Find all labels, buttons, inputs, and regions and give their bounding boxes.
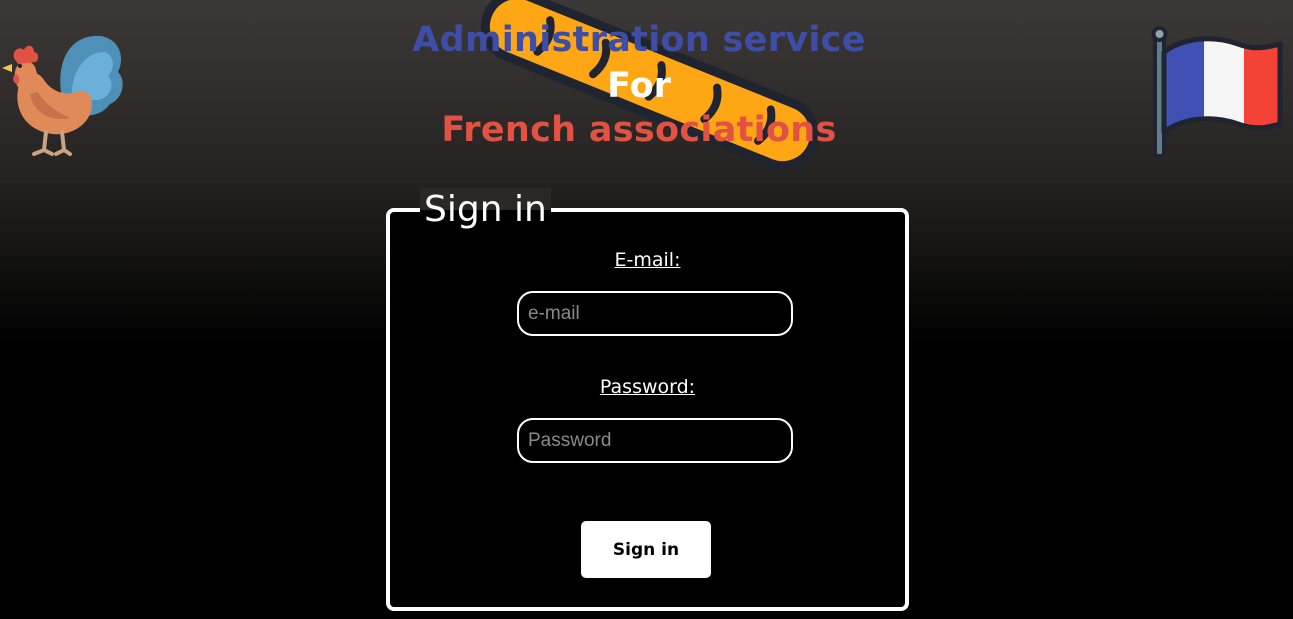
password-label: Password:	[599, 376, 696, 398]
password-input[interactable]	[517, 418, 793, 463]
title-line-for: For	[607, 66, 671, 106]
email-input[interactable]	[517, 291, 793, 336]
signin-button[interactable]: Sign in	[581, 521, 711, 578]
signin-form: Sign in E-mail: Password: Sign in	[386, 188, 909, 611]
title-line-associations: French associations	[441, 110, 837, 150]
email-label: E-mail:	[614, 249, 681, 271]
signin-legend: Sign in	[420, 188, 551, 232]
title-line-administration: Administration service	[412, 20, 866, 60]
